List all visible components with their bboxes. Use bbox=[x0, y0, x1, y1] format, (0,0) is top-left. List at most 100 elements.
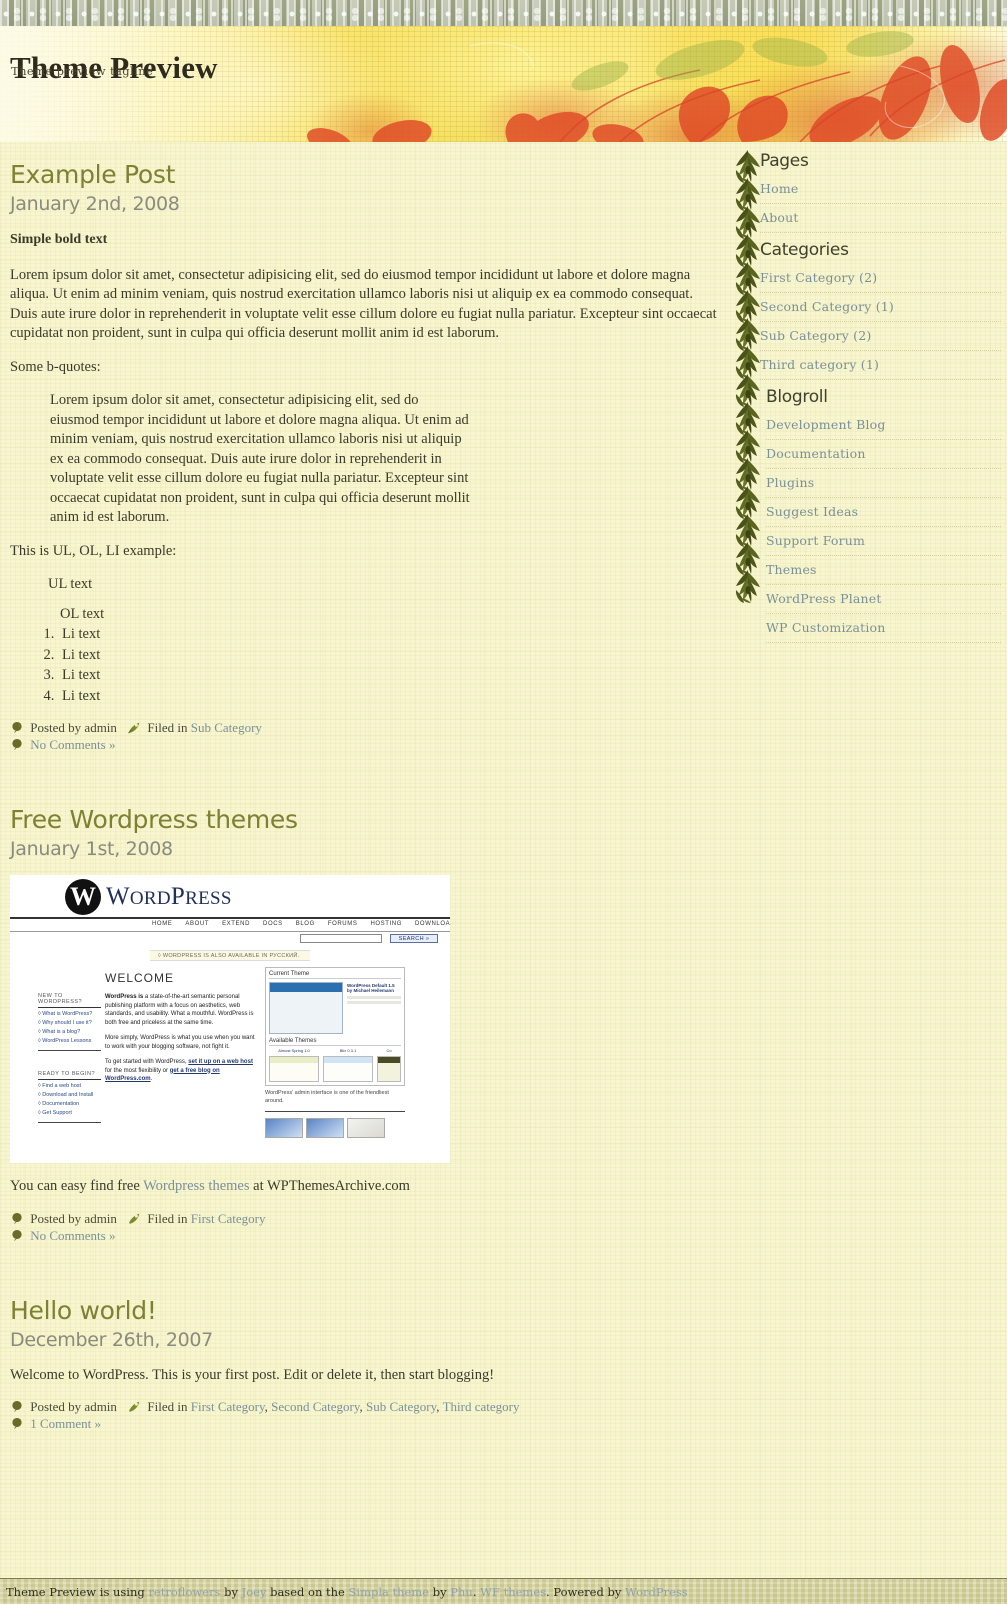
post-paragraph: Lorem ipsum dolor sit amet, consectetur … bbox=[10, 266, 717, 342]
wp-link-item[interactable]: ◊ What is a blog? bbox=[38, 1029, 101, 1035]
leaf-bud-icon bbox=[10, 1229, 24, 1242]
sidebar-item-wp-customization[interactable]: WP Customization bbox=[766, 614, 1001, 643]
wordpress-logo-icon: W bbox=[65, 879, 101, 915]
meta-category-link[interactable]: Third category bbox=[443, 1399, 520, 1414]
wp-nav-item[interactable]: FORUMS bbox=[328, 921, 358, 927]
sidebar-item-second-category[interactable]: Second Category (1) bbox=[760, 293, 1001, 322]
comments-link[interactable]: No Comments » bbox=[30, 737, 115, 752]
wp-right-column: Current Theme WordPress Default 1.5 by M… bbox=[265, 967, 405, 1138]
sidebar-link[interactable]: First Category (2) bbox=[760, 270, 877, 285]
sidebar-link[interactable]: About bbox=[760, 210, 799, 225]
wp-nav-item[interactable]: BLOG bbox=[296, 921, 315, 927]
caption-before: You can easy find free bbox=[10, 1178, 144, 1194]
footer-link-joey[interactable]: Joey bbox=[242, 1585, 267, 1599]
tag-leaf-icon bbox=[127, 1212, 141, 1225]
meta-category-link[interactable]: Sub Category bbox=[191, 720, 262, 735]
wp-nav-items[interactable]: HOME ABOUT EXTEND DOCS BLOG FORUMS HOSTING DOWN… bbox=[152, 921, 450, 927]
sidebar-link[interactable]: Home bbox=[760, 181, 798, 196]
sidebar-item-third-category[interactable]: Third category (1) bbox=[760, 351, 1001, 380]
wordpress-homepage-screenshot[interactable]: W WORDPRESS HOME ABOUT EXTEND DOCS BLOG FORUM… bbox=[10, 875, 450, 1163]
wp-link-item[interactable]: ◊ Get Support bbox=[38, 1110, 101, 1116]
wp-search-input[interactable] bbox=[300, 934, 382, 943]
footer-link-retroflowers[interactable]: retroflowers bbox=[148, 1585, 220, 1599]
wp-nav-item[interactable]: EXTEND bbox=[222, 921, 250, 927]
sidebar-item-about[interactable]: About bbox=[760, 204, 1001, 233]
meta-category-link[interactable]: First Category bbox=[191, 1211, 266, 1226]
sidebar-list-blogroll: Development Blog Documentation Plugins S… bbox=[730, 411, 1001, 643]
sidebar-link[interactable]: WP Customization bbox=[766, 620, 886, 635]
sidebar-link[interactable]: Third category (1) bbox=[760, 357, 879, 372]
wp-setup-host-link[interactable]: set it up on a web host bbox=[188, 1059, 253, 1065]
post-title[interactable]: Free Wordpress themes bbox=[10, 805, 720, 835]
wp-panel-caption: WordPress' admin interface is one of the… bbox=[265, 1090, 389, 1104]
post-title[interactable]: Example Post bbox=[10, 160, 720, 190]
leaf-bud-icon bbox=[10, 1417, 24, 1430]
wp-nav-item[interactable]: ABOUT bbox=[185, 921, 209, 927]
sidebar-item-home[interactable]: Home bbox=[760, 175, 1001, 204]
wp-link-item[interactable]: ◊ What is WordPress? bbox=[38, 1011, 101, 1017]
wp-link-item[interactable]: ◊ Why should I use it? bbox=[38, 1020, 101, 1026]
decorative-top-band bbox=[0, 0, 1007, 27]
wp-nav-item[interactable]: DOCS bbox=[263, 921, 283, 927]
sidebar-item-suggest-ideas[interactable]: Suggest Ideas bbox=[766, 498, 1001, 527]
wp-link-item[interactable]: ◊ WordPress Lessons bbox=[38, 1038, 101, 1044]
sidebar-item-documentation[interactable]: Documentation bbox=[766, 440, 1001, 469]
wp-paragraph-2: More simply, WordPress is what you use w… bbox=[105, 1035, 255, 1050]
sidebar-item-development-blog[interactable]: Development Blog bbox=[766, 411, 1001, 440]
wp-link-item[interactable]: ◊ Documentation bbox=[38, 1101, 101, 1107]
sidebar-link[interactable]: Plugins bbox=[766, 475, 814, 490]
wp-search-button[interactable]: SEARCH » bbox=[390, 934, 438, 943]
meta-category-link[interactable]: Sub Category bbox=[366, 1399, 436, 1414]
sidebar-link[interactable]: Support Forum bbox=[766, 533, 865, 548]
wp-nav-item[interactable]: HOSTING bbox=[370, 921, 402, 927]
sidebar-link[interactable]: Development Blog bbox=[766, 417, 886, 432]
wp-nav-item[interactable]: DOWNLOAD bbox=[415, 921, 450, 927]
post-paragraph: Welcome to WordPress. This is your first… bbox=[10, 1366, 495, 1383]
sidebar-blocks: Pages Home About Categories First Catego… bbox=[730, 150, 1001, 643]
comments-link[interactable]: 1 Comment » bbox=[30, 1416, 101, 1431]
wp-link-item[interactable]: ◊ Find a web host bbox=[38, 1083, 101, 1089]
tag-leaf-icon bbox=[127, 721, 141, 734]
footer-link-wordpress[interactable]: WordPress bbox=[625, 1585, 688, 1599]
list-item: Li text bbox=[58, 666, 720, 686]
wp-nav-item[interactable]: HOME bbox=[152, 921, 172, 927]
sidebar-link[interactable]: WordPress Planet bbox=[766, 591, 882, 606]
sidebar-item-wordpress-planet[interactable]: WordPress Planet bbox=[766, 585, 1001, 614]
sidebar-link[interactable]: Sub Category (2) bbox=[760, 328, 871, 343]
list-item: Li text bbox=[58, 625, 720, 645]
wp-link-item[interactable]: ◊ Download and Install bbox=[38, 1092, 101, 1098]
sidebar-link[interactable]: Themes bbox=[766, 562, 817, 577]
sidebar-item-support-forum[interactable]: Support Forum bbox=[766, 527, 1001, 556]
post-title[interactable]: Hello world! bbox=[10, 1296, 720, 1326]
sidebar-list-pages: Home About bbox=[730, 175, 1001, 233]
sidebar-item-first-category[interactable]: First Category (2) bbox=[760, 264, 1001, 293]
list-item: Li text bbox=[58, 646, 720, 666]
content-column: Example Post January 2nd, 2008 Simple bo… bbox=[0, 150, 730, 1524]
sidebar-item-sub-category[interactable]: Sub Category (2) bbox=[760, 322, 1001, 351]
meta-category-link[interactable]: First Category bbox=[191, 1399, 265, 1414]
wordpress-themes-link[interactable]: Wordpress themes bbox=[143, 1178, 249, 1194]
wp-section-heading: NEW TO WORDPRESS? bbox=[38, 993, 101, 1008]
sidebar-item-plugins[interactable]: Plugins bbox=[766, 469, 1001, 498]
sidebar-link[interactable]: Second Category (1) bbox=[760, 299, 894, 314]
wp-section-heading: READY TO BEGIN? bbox=[38, 1071, 101, 1080]
sidebar-link[interactable]: Documentation bbox=[766, 446, 866, 461]
footer-link-phu[interactable]: Phu bbox=[450, 1585, 473, 1599]
site-tagline: Theme preview tagline bbox=[11, 64, 154, 78]
wp-p3-mid: for the most flexibility or bbox=[105, 1067, 170, 1074]
sidebar-link[interactable]: Suggest Ideas bbox=[766, 504, 858, 519]
wp-paragraph-3: To get started with WordPress, set it up… bbox=[105, 1058, 257, 1084]
footer-link-simpla-theme[interactable]: Simpla theme bbox=[349, 1585, 430, 1599]
footer-link-wf-themes[interactable]: WF themes bbox=[480, 1585, 546, 1599]
wp-search-row: SEARCH » bbox=[10, 932, 450, 946]
footer-text-4: by bbox=[429, 1585, 451, 1599]
unordered-list: UL text bbox=[10, 575, 720, 595]
wp-language-notice: ◊ WORDPRESS IS ALSO AVAILABLE IN РУССКИЙ… bbox=[150, 950, 310, 961]
meta-category-link[interactable]: Second Category bbox=[271, 1399, 359, 1414]
wp-theme-thumbnail bbox=[323, 1056, 373, 1082]
sidebar-item-themes[interactable]: Themes bbox=[766, 556, 1001, 585]
page-root: Theme Preview Theme preview tagline Exam… bbox=[0, 0, 1007, 1604]
comments-link[interactable]: No Comments » bbox=[30, 1228, 115, 1243]
wp-theme-label: Co bbox=[386, 1048, 392, 1053]
meta-posted-by: Posted by admin bbox=[30, 1399, 117, 1414]
